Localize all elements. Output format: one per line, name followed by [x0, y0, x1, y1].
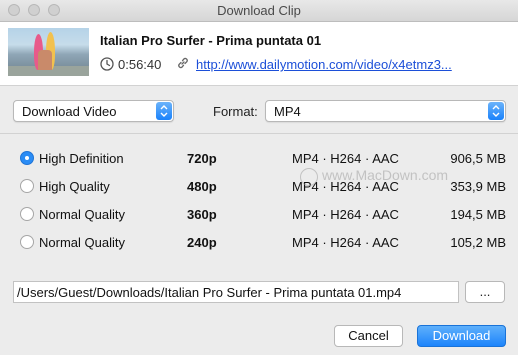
download-type-value: Download Video: [22, 104, 117, 119]
resolution-label: 360p: [187, 207, 217, 222]
quality-option-row[interactable]: Normal Quality 240p MP4 · H264 · AAC 105…: [0, 230, 518, 254]
download-button[interactable]: Download: [417, 325, 506, 347]
quality-label: Normal Quality: [39, 235, 125, 250]
watermark-logo: [300, 168, 318, 186]
resolution-label: 240p: [187, 235, 217, 250]
chevron-updown-icon: [488, 102, 504, 120]
resolution-label: 720p: [187, 151, 217, 166]
cancel-button[interactable]: Cancel: [334, 325, 403, 347]
format-label: Format:: [213, 104, 258, 119]
save-path-input[interactable]: [14, 282, 458, 302]
window-title: Download Clip: [217, 3, 301, 18]
codec-label: MP4 · H264 · AAC: [292, 151, 399, 166]
quality-label: Normal Quality: [39, 207, 125, 222]
file-size-label: 353,9 MB: [450, 179, 506, 194]
quality-label: High Definition: [39, 151, 124, 166]
codec-label: MP4 · H264 · AAC: [292, 207, 399, 222]
quality-radio[interactable]: [20, 235, 34, 249]
browse-button[interactable]: ...: [465, 281, 505, 303]
clip-title: Italian Pro Surfer - Prima puntata 01: [100, 33, 322, 48]
title-bar: Download Clip: [0, 0, 518, 22]
codec-label: MP4 · H264 · AAC: [292, 235, 399, 250]
file-size-label: 105,2 MB: [450, 235, 506, 250]
file-size-label: 194,5 MB: [450, 207, 506, 222]
quality-radio[interactable]: [20, 179, 34, 193]
link-icon: [178, 57, 188, 69]
divider: [0, 133, 518, 134]
quality-radio[interactable]: [20, 207, 34, 221]
clip-info-header: Italian Pro Surfer - Prima puntata 01 0:…: [0, 22, 518, 86]
watermark-text: www.MacDown.com: [322, 167, 449, 183]
save-path-field[interactable]: [13, 281, 459, 303]
quality-option-row[interactable]: Normal Quality 360p MP4 · H264 · AAC 194…: [0, 202, 518, 226]
resolution-label: 480p: [187, 179, 217, 194]
clip-duration: 0:56:40: [118, 57, 162, 72]
download-type-select[interactable]: Download Video: [13, 100, 174, 122]
file-size-label: 906,5 MB: [450, 151, 506, 166]
clip-thumbnail: [8, 28, 89, 76]
format-value: MP4: [274, 104, 301, 119]
quality-label: High Quality: [39, 179, 110, 194]
format-select[interactable]: MP4: [265, 100, 506, 122]
quality-radio-selected[interactable]: [20, 151, 34, 165]
clock-icon: [100, 57, 114, 71]
chevron-updown-icon: [156, 102, 172, 120]
download-clip-window: Download Clip Italian Pro Surfer - Prima…: [0, 0, 518, 355]
clip-url-link[interactable]: http://www.dailymotion.com/video/x4etmz3…: [196, 57, 452, 72]
